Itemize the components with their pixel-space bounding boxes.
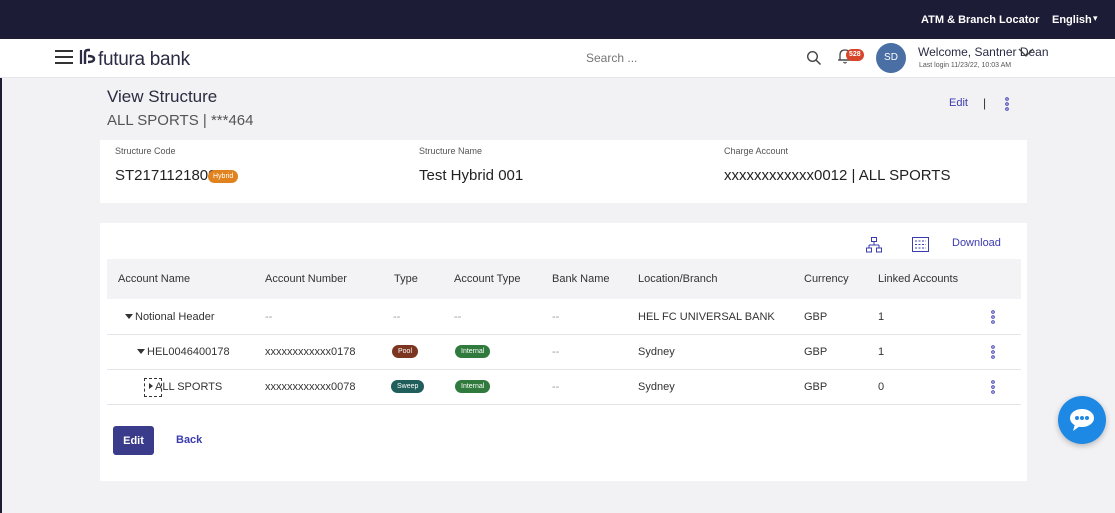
column-header[interactable]: Type — [394, 273, 418, 285]
edit-button[interactable]: Edit — [113, 426, 154, 455]
structure-code-value: ST2171121809 — [115, 167, 217, 184]
bank-name-cell: -- — [552, 381, 560, 393]
tree-view-icon[interactable] — [866, 237, 882, 253]
language-selector[interactable]: English — [1052, 14, 1092, 26]
charge-account-label: Charge Account — [724, 146, 789, 156]
bank-name-cell: -- — [552, 346, 560, 358]
location-cell: Sydney — [638, 381, 675, 393]
avatar[interactable]: SD — [876, 43, 906, 73]
account-name-cell[interactable]: Notional Header — [125, 311, 215, 323]
type-badge: Sweep — [391, 380, 425, 393]
chat-icon — [1070, 409, 1094, 431]
chevron-down-icon[interactable] — [1018, 48, 1034, 58]
column-header[interactable]: Bank Name — [552, 273, 609, 285]
linked-accounts-cell: 1 — [878, 311, 885, 323]
edit-structure-link[interactable]: Edit — [949, 97, 968, 109]
table-row: HEL0046400178 xxxxxxxxxxxx0178 Pool Inte… — [107, 335, 1021, 370]
structure-name-label: Structure Name — [419, 146, 483, 156]
search-icon[interactable] — [806, 50, 822, 66]
back-link[interactable]: Back — [176, 434, 202, 446]
brand-name: futura bank — [98, 49, 190, 70]
bank-name-cell: -- — [552, 311, 560, 323]
table-row: Notional Header -- -- -- -- HEL FC UNIVE… — [107, 300, 1021, 335]
currency-cell: GBP — [804, 311, 828, 323]
expand-caret-icon[interactable] — [137, 349, 145, 354]
account-type-cell: -- — [454, 311, 462, 323]
row-kebab-icon[interactable] — [990, 380, 996, 394]
kebab-icon[interactable] — [1004, 97, 1010, 111]
download-link[interactable]: Download — [952, 237, 1001, 249]
last-login-text: Last login 11/23/22, 10:03 AM — [919, 62, 1012, 69]
type-cell: -- — [393, 311, 401, 323]
linked-accounts-cell: 1 — [878, 346, 885, 358]
structure-accounts-panel: Download Account Name Account Number Typ… — [100, 223, 1027, 481]
atm-branch-locator-link[interactable]: ATM & Branch Locator — [921, 14, 1039, 26]
account-name-cell[interactable]: HEL0046400178 — [137, 346, 230, 358]
account-number-cell: xxxxxxxxxxxx0178 — [265, 346, 356, 358]
column-header[interactable]: Account Type — [454, 273, 520, 285]
account-type-badge: Internal — [455, 345, 491, 358]
column-header[interactable]: Linked Accounts — [878, 273, 958, 285]
row-kebab-icon[interactable] — [990, 345, 996, 359]
structure-type-badge: Hybrid — [208, 170, 239, 183]
collapse-caret-icon[interactable] — [149, 383, 153, 389]
structure-name-value: Test Hybrid 001 — [419, 167, 524, 184]
hamburger-icon[interactable] — [55, 50, 73, 64]
table-row: ALL SPORTS xxxxxxxxxxxx0078 Sweep Intern… — [107, 370, 1021, 405]
language-chevron-icon[interactable]: ▾ — [1093, 13, 1098, 24]
structure-summary-card: Structure Code ST2171121809 Hybrid Struc… — [100, 140, 1027, 203]
link-separator: | — [983, 96, 987, 110]
row-kebab-icon[interactable] — [990, 310, 996, 324]
column-header[interactable]: Account Name — [118, 273, 190, 285]
structure-code-label: Structure Code — [115, 146, 176, 156]
currency-cell: GBP — [804, 346, 828, 358]
page-subtitle: ALL SPORTS | ***464 — [107, 112, 254, 129]
account-number-cell: xxxxxxxxxxxx0078 — [265, 381, 356, 393]
search-box — [580, 44, 836, 72]
location-cell: Sydney — [638, 346, 675, 358]
column-header[interactable]: Currency — [804, 273, 849, 285]
account-number-cell: -- — [265, 311, 273, 323]
type-badge: Pool — [392, 345, 419, 358]
location-cell: HEL FC UNIVERSAL BANK — [638, 311, 775, 323]
viewport-edge — [0, 78, 2, 513]
column-header[interactable]: Account Number — [265, 273, 347, 285]
currency-cell: GBP — [804, 381, 828, 393]
table-header: Account Name Account Number Type Account… — [107, 259, 1021, 299]
chat-button[interactable] — [1058, 396, 1106, 444]
page-title: View Structure — [107, 87, 218, 106]
account-type-badge: Internal — [455, 380, 491, 393]
top-bar: ATM & Branch Locator English ▾ — [0, 0, 1115, 39]
app-header: futura bank 528 SD Welcome, Santner Dean… — [0, 39, 1115, 78]
search-input[interactable] — [580, 44, 800, 72]
column-header[interactable]: Location/Branch — [638, 273, 718, 285]
linked-accounts-cell: 0 — [878, 381, 885, 393]
grid-view-icon[interactable] — [912, 237, 929, 252]
notification-count-badge[interactable]: 528 — [846, 49, 864, 61]
account-name-cell[interactable]: ALL SPORTS — [149, 381, 222, 393]
charge-account-value: xxxxxxxxxxxx0012 | ALL SPORTS — [724, 167, 951, 184]
bank-logo-icon[interactable] — [77, 47, 97, 67]
expand-caret-icon[interactable] — [125, 314, 133, 319]
